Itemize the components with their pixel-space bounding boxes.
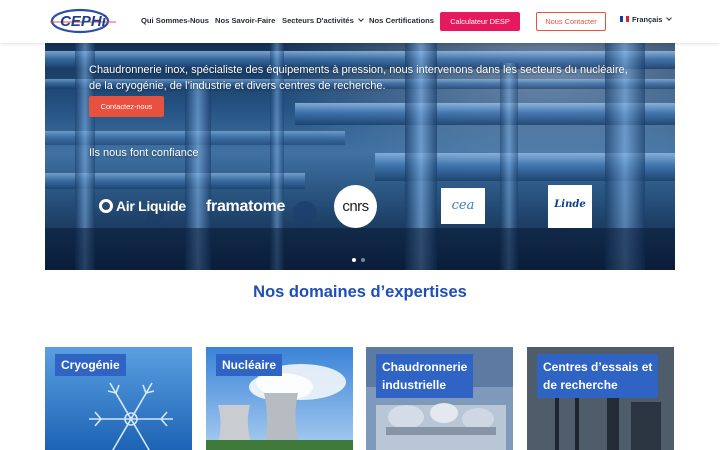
cea-logo: cea	[441, 188, 485, 224]
trust-heading: Ils nous font confiance	[89, 147, 199, 159]
nav-secteurs-activites[interactable]: Secteurs D'activités	[282, 16, 364, 25]
card-chaudronnerie-label-line2: industrielle	[382, 378, 447, 392]
chevron-down-icon	[666, 15, 673, 21]
nous-contacter-button[interactable]: Nous Contacter	[536, 12, 606, 31]
chevron-down-icon	[358, 16, 364, 22]
linde-name: Linde	[554, 199, 586, 210]
expertise-heading: Nos domaines d’expertises	[253, 283, 467, 301]
framatome-logo: framatome	[206, 198, 286, 215]
card-centres-essais-label-line1: Centres d’essais et	[543, 360, 653, 374]
contactez-nous-button[interactable]: Contactez-nous	[89, 96, 164, 117]
nav-qui-sommes-nous[interactable]: Qui Sommes-Nous	[141, 16, 209, 25]
card-nucleaire-label: Nucléaire	[216, 354, 283, 376]
cnrs-logo: cnrs	[334, 185, 377, 228]
hero-description: Chaudronnerie inox, spécialiste des équi…	[89, 64, 628, 92]
site-header: CEPHi Qui Sommes-Nous Nos Savoir-Faire S…	[0, 0, 720, 43]
calculateur-desp-button[interactable]: Calculateur DESP	[440, 12, 520, 31]
linde-logo: Linde	[548, 185, 592, 228]
card-centres-essais-label: Centres d’essais et de recherche	[537, 354, 659, 398]
card-centres-essais-label-line2: de recherche	[543, 378, 618, 392]
air-liquide-ring-icon	[99, 199, 113, 213]
card-nucleaire[interactable]: Nucléaire	[206, 347, 353, 450]
card-chaudronnerie[interactable]: Chaudronnerie industrielle	[366, 347, 513, 450]
card-chaudronnerie-label: Chaudronnerie industrielle	[376, 354, 474, 398]
slider-dot-1[interactable]	[352, 258, 356, 262]
cea-name: cea	[451, 198, 475, 213]
card-centres-essais[interactable]: Centres d’essais et de recherche	[527, 347, 674, 450]
logo-text: CEPHi	[60, 13, 107, 30]
hero-slider: Chaudronnerie inox, spécialiste des équi…	[45, 43, 675, 270]
card-cryogenie-label: Cryogénie	[55, 354, 126, 376]
air-liquide-logo: Air Liquide	[99, 198, 186, 214]
nav-nos-savoir-faire[interactable]: Nos Savoir-Faire	[215, 16, 275, 25]
card-cryogenie[interactable]: Cryogénie	[45, 347, 192, 450]
nav-nos-certifications[interactable]: Nos Certifications	[369, 16, 434, 25]
slider-dot-2[interactable]	[361, 258, 365, 262]
card-chaudronnerie-label-line1: Chaudronnerie	[382, 360, 468, 374]
air-liquide-name: Air Liquide	[116, 198, 186, 214]
nav-secteurs-label: Secteurs D'activités	[282, 16, 354, 25]
language-selector[interactable]: Français	[620, 15, 673, 24]
cephi-logo[interactable]: CEPHi	[50, 8, 116, 34]
french-flag-icon	[620, 16, 629, 22]
language-label: Français	[632, 15, 663, 24]
